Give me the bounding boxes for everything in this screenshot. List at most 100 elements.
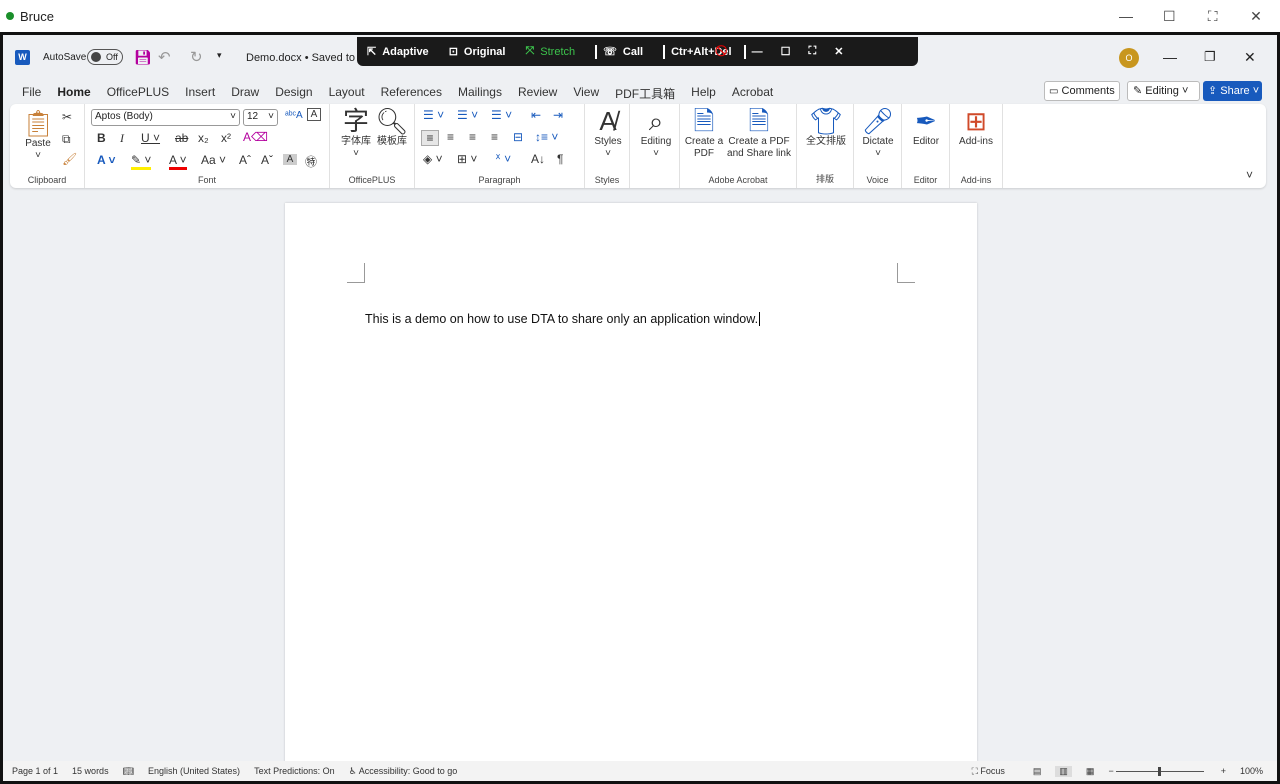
save-icon[interactable]: 💾︎: [134, 49, 152, 66]
toolbar-minimize-icon[interactable]: —: [752, 46, 763, 58]
undo-icon[interactable]: ↶: [158, 48, 171, 66]
toolbar-close-icon[interactable]: ✕: [834, 45, 843, 58]
word-close-icon[interactable]: ✕: [1244, 49, 1256, 66]
font-size-dropdown[interactable]: 12 ˅: [243, 109, 278, 126]
sort-button[interactable]: A↓: [531, 152, 545, 166]
tab-acrobat[interactable]: Acrobat: [732, 85, 773, 102]
font-library-button[interactable]: 字字体库 ˅: [338, 106, 374, 160]
tab-officeplus[interactable]: OfficePLUS: [107, 85, 169, 102]
template-library-button[interactable]: 🔍︎ 模板库: [374, 106, 410, 148]
tab-design[interactable]: Design: [275, 85, 312, 102]
toolbar-fullscreen-icon[interactable]: ⛶: [809, 45, 817, 58]
share-button[interactable]: ⇪ Share ˅: [1203, 81, 1262, 101]
multilevel-list-button[interactable]: ☰ ˅: [491, 108, 512, 122]
tab-references[interactable]: References: [381, 85, 442, 102]
tab-review[interactable]: Review: [518, 85, 557, 102]
align-right-button[interactable]: ≡: [469, 130, 476, 144]
fullscreen-icon[interactable]: ⛶: [1193, 8, 1233, 25]
shading-button[interactable]: ◈ ˅: [423, 152, 443, 166]
bold-button[interactable]: B: [97, 131, 106, 145]
ctrl-alt-del-button[interactable]: Ctr+Alt+Del: [671, 46, 732, 58]
dictate-button[interactable]: 🎤︎ Dictate ˅: [856, 106, 900, 160]
font-name-dropdown[interactable]: Aptos (Body) ˅: [91, 109, 240, 126]
align-center-button[interactable]: ≡: [447, 130, 454, 144]
call-button[interactable]: Call: [623, 46, 643, 58]
justify-button[interactable]: ≡: [491, 130, 498, 144]
collapse-ribbon-icon[interactable]: ˅: [1246, 168, 1253, 182]
zoom-level[interactable]: 100%: [1240, 766, 1263, 776]
character-shading-button[interactable]: A: [283, 154, 297, 165]
borders-button[interactable]: ⊞ ˅: [457, 152, 477, 166]
language[interactable]: English (United States): [148, 766, 240, 776]
asian-layout-button[interactable]: ᕽ ˅: [495, 152, 511, 166]
create-pdf-button[interactable]: 🗎︎ Create a PDF: [684, 106, 724, 160]
close-icon[interactable]: ✕: [1236, 8, 1276, 25]
editing-button[interactable]: ⌕ Editing ˅: [634, 106, 678, 160]
format-painter-icon[interactable]: 🖌︎: [62, 152, 77, 166]
full-layout-button[interactable]: 👕︎ 全文排版: [801, 106, 851, 148]
focus-button[interactable]: ⛶ Focus: [972, 766, 1019, 777]
word-minimize-icon[interactable]: —: [1163, 49, 1177, 65]
change-case-abc-icon[interactable]: ᵃᵇᶜA: [285, 110, 303, 121]
superscript-button[interactable]: x²: [221, 131, 231, 145]
align-left-button[interactable]: ≡: [421, 130, 439, 146]
subscript-button[interactable]: x₂: [198, 131, 209, 145]
page-count[interactable]: Page 1 of 1: [12, 766, 58, 776]
adaptive-button[interactable]: Adaptive: [382, 46, 428, 58]
stretch-button[interactable]: Stretch: [540, 46, 575, 58]
line-spacing-button[interactable]: ↕≡ ˅: [535, 130, 558, 144]
tab-home[interactable]: Home: [57, 85, 92, 106]
word-restore-icon[interactable]: ❐: [1204, 49, 1216, 65]
customize-qat-icon[interactable]: ▾: [217, 50, 222, 61]
highlight-button[interactable]: ✎ ˅: [131, 153, 152, 170]
zoom-slider[interactable]: − +: [1108, 766, 1226, 777]
create-pdf-share-button[interactable]: 🗎︎ Create a PDF and Share link: [724, 106, 794, 160]
bullets-button[interactable]: ☰ ˅: [423, 108, 444, 122]
toolbar-maximize-icon[interactable]: ☐: [781, 45, 791, 58]
underline-button[interactable]: U ˅: [141, 131, 160, 145]
change-case-button[interactable]: Aa ˅: [201, 153, 226, 167]
word-count[interactable]: 15 words: [72, 766, 109, 776]
shrink-font-button[interactable]: Aˇ: [261, 153, 273, 167]
print-layout-icon[interactable]: ▥: [1055, 765, 1072, 777]
enclose-characters-icon[interactable]: ㊕: [305, 153, 317, 170]
strikethrough-button[interactable]: ab: [175, 131, 188, 145]
autosave-toggle[interactable]: Off: [87, 49, 123, 65]
cut-icon[interactable]: ✂: [62, 110, 72, 124]
minimize-icon[interactable]: —: [1106, 8, 1146, 24]
maximize-icon[interactable]: ☐: [1149, 8, 1189, 25]
original-button[interactable]: Original: [464, 46, 506, 58]
redo-icon[interactable]: ↻: [190, 48, 203, 66]
font-color-button[interactable]: A ˅: [169, 153, 187, 170]
accessibility-status[interactable]: ♿︎ Accessibility: Good to go: [349, 766, 472, 777]
clear-formatting-icon[interactable]: A⌫: [243, 130, 268, 144]
numbering-button[interactable]: ☰ ˅: [457, 108, 478, 122]
clear-border-icon[interactable]: A: [307, 108, 321, 121]
tab-mailings[interactable]: Mailings: [458, 85, 502, 102]
document-page[interactable]: This is a demo on how to use DTA to shar…: [285, 203, 977, 773]
web-layout-icon[interactable]: ▦: [1086, 766, 1095, 777]
italic-button[interactable]: I: [120, 131, 124, 146]
grow-font-button[interactable]: Aˆ: [239, 153, 251, 167]
tab-view[interactable]: View: [573, 85, 599, 102]
tab-pdf-tools[interactable]: PDF工具箱: [615, 85, 675, 102]
editing-mode-button[interactable]: ✎ Editing ˅: [1127, 81, 1200, 101]
tab-insert[interactable]: Insert: [185, 85, 215, 102]
decrease-indent-button[interactable]: ⇤: [531, 108, 541, 122]
tab-draw[interactable]: Draw: [231, 85, 259, 102]
tab-help[interactable]: Help: [691, 85, 716, 102]
styles-button[interactable]: A̸ Styles ˅: [589, 106, 627, 160]
avatar[interactable]: O: [1119, 48, 1139, 68]
editor-button[interactable]: ✒ Editor: [904, 106, 948, 148]
read-mode-icon[interactable]: ▤: [1033, 766, 1042, 777]
document-text[interactable]: This is a demo on how to use DTA to shar…: [365, 312, 761, 326]
tab-layout[interactable]: Layout: [329, 85, 365, 102]
comments-button[interactable]: ▭ Comments: [1044, 81, 1120, 101]
increase-indent-button[interactable]: ⇥: [553, 108, 563, 122]
tab-file[interactable]: File: [22, 85, 41, 102]
addins-button[interactable]: ⊞ Add-ins: [952, 106, 1000, 148]
show-marks-button[interactable]: ¶: [557, 152, 563, 166]
text-effects-button[interactable]: A ˅: [97, 153, 116, 167]
text-predictions[interactable]: Text Predictions: On: [254, 766, 335, 776]
copy-icon[interactable]: ⧉: [62, 132, 71, 147]
